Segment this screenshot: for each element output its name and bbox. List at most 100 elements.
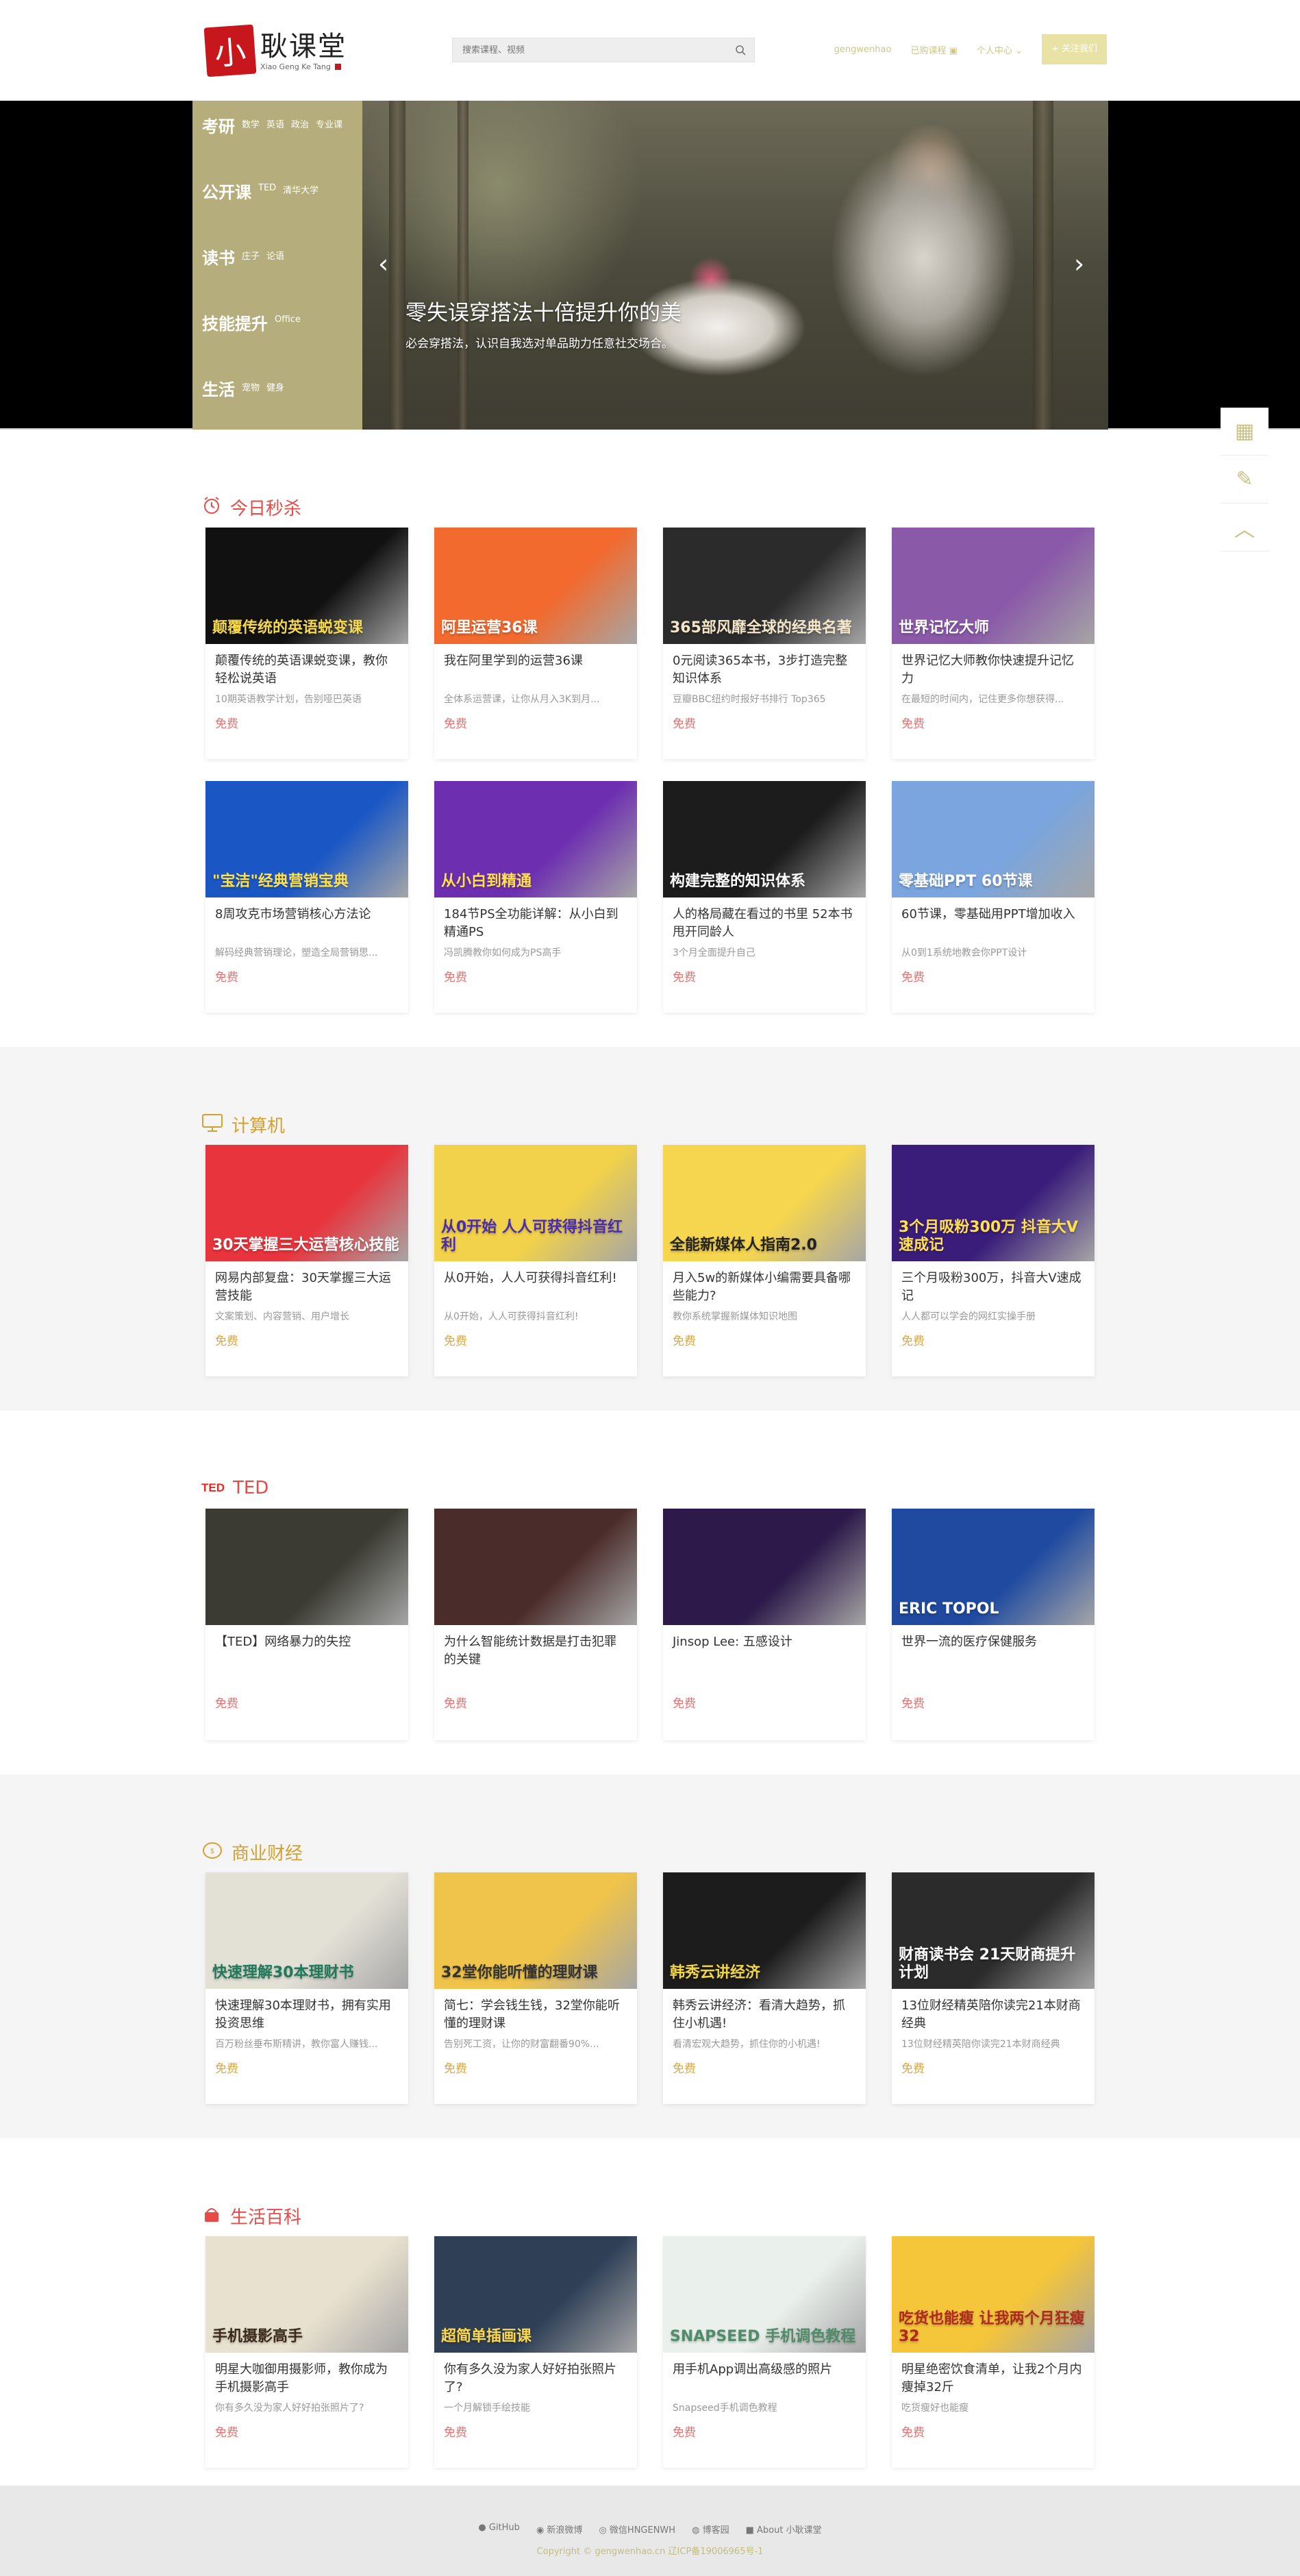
course-thumbnail[interactable]: 全能新媒体人指南2.0 — [663, 1145, 866, 1261]
course-card[interactable]: 为什么智能统计数据是打击犯罪的关键 免费 — [434, 1509, 637, 1740]
menu-item-title[interactable]: 考研 — [202, 113, 235, 137]
course-card[interactable]: 手机摄影高手 明星大咖御用摄影师，教你成为手机摄影高手 你有多久没为家人好好拍张照片… — [205, 2236, 408, 2468]
course-card[interactable]: 零基础PPT 60节课 60节课，零基础用PPT增加收入 从0到1系统地教会你PPT… — [892, 781, 1095, 1013]
menu-sub-link[interactable]: 健身 — [266, 380, 284, 393]
menu-sub-link[interactable]: 数学 — [242, 117, 260, 130]
menu-sub-link[interactable]: 英语 — [266, 117, 284, 130]
course-card[interactable]: 颠覆传统的英语蜕变课 颠覆传统的英语课蜕变课，教你轻松说英语 10期英语教学计划，告… — [205, 528, 408, 759]
course-title[interactable]: 三个月吸粉300万，抖音大V速成记 — [892, 1261, 1095, 1309]
course-thumbnail[interactable]: 颠覆传统的英语蜕变课 — [205, 528, 408, 644]
course-card[interactable]: 全能新媒体人指南2.0 月入5w的新媒体小编需要具备哪些能力? 教你系统掌握新媒体知… — [663, 1145, 866, 1376]
course-card[interactable]: "宝洁"经典营销宝典 8周攻克市场营销核心方法论 解码经典营销理论，塑造全局营销思.… — [205, 781, 408, 1013]
menu-item[interactable]: 公开课 TED 清华大学 — [192, 179, 362, 245]
course-card[interactable]: 3个月吸粉300万 抖音大V速成记 三个月吸粉300万，抖音大V速成记 人人都可以学… — [892, 1145, 1095, 1376]
course-thumbnail[interactable] — [663, 1509, 866, 1625]
username-link[interactable]: gengwenhao — [834, 45, 892, 55]
menu-sub-link[interactable]: 宠物 — [242, 380, 260, 393]
menu-sub-link[interactable]: 专业课 — [316, 117, 342, 130]
course-card[interactable]: 韩秀云讲经济 韩秀云讲经济：看清大趋势，抓住小机遇! 看清宏观大趋势，抓住你的小机遇… — [663, 1872, 866, 2104]
user-center-menu[interactable]: 个人中心 ⌄ — [977, 43, 1023, 56]
course-thumbnail[interactable]: 365部风靡全球的经典名著 — [663, 528, 866, 644]
menu-item[interactable]: 考研 数学 英语 政治 专业课 — [192, 113, 362, 179]
section-title[interactable]: 生活百科 — [230, 2203, 301, 2229]
course-title[interactable]: 明星绝密饮食清单，让我2个月内痩掉32斤 — [892, 2353, 1095, 2401]
course-title[interactable]: 人的格局藏在看过的书里 52本书甩开同龄人 — [663, 897, 866, 945]
section-title[interactable]: TED — [233, 1478, 268, 1498]
course-thumbnail[interactable]: 零基础PPT 60节课 — [892, 781, 1095, 897]
course-card[interactable]: 世界记忆大师 世界记忆大师教你快速提升记忆力 在最短的时间内，记住更多你想获得...… — [892, 528, 1095, 759]
search-input[interactable] — [453, 38, 727, 62]
course-thumbnail[interactable]: 快速理解30本理财书 — [205, 1872, 408, 1989]
menu-sub-link[interactable]: 庄子 — [242, 249, 260, 262]
menu-sub-link[interactable]: Office — [275, 314, 301, 325]
menu-item-title[interactable]: 技能提升 — [202, 310, 268, 334]
menu-sub-link[interactable]: TED — [258, 183, 276, 196]
banner-next-button[interactable]: › — [1074, 250, 1084, 277]
course-thumbnail[interactable]: 吃货也能瘦 让我两个月狂瘦32 — [892, 2236, 1095, 2353]
course-thumbnail[interactable]: 从小白到精通 — [434, 781, 637, 897]
course-card[interactable]: 吃货也能瘦 让我两个月狂瘦32 明星绝密饮食清单，让我2个月内痩掉32斤 吃货瘦好也… — [892, 2236, 1095, 2468]
qrcode-icon[interactable]: ▦ — [1221, 408, 1268, 456]
course-title[interactable]: 【TED】网络暴力的失控 — [205, 1625, 408, 1694]
course-title[interactable]: 你有多久没为家人好好拍张照片了? — [434, 2353, 637, 2401]
menu-item[interactable]: 生活 宠物 健身 — [192, 376, 362, 442]
course-card[interactable]: 30天掌握三大运营核心技能 网易内部复盘：30天掌握三大运营技能 文案策划、内容营销… — [205, 1145, 408, 1376]
menu-item-title[interactable]: 生活 — [202, 376, 235, 400]
course-thumbnail[interactable]: 从0开始 人人可获得抖音红利 — [434, 1145, 637, 1261]
banner-slide[interactable]: 零失误穿搭法十倍提升你的美 必会穿搭法，认识自我选对单品助力任意社交场合。 ‹ … — [362, 101, 1108, 430]
course-card[interactable]: SNAPSEED 手机调色教程 用手机App调出高级感的照片 Snapseed手机调… — [663, 2236, 866, 2468]
course-title[interactable]: 颠覆传统的英语课蜕变课，教你轻松说英语 — [205, 644, 408, 692]
course-card[interactable]: 365部风靡全球的经典名著 0元阅读365本书，3步打造完整知识体系 豆瓣BBC纽约… — [663, 528, 866, 759]
course-thumbnail[interactable]: 世界记忆大师 — [892, 528, 1095, 644]
course-thumbnail[interactable]: "宝洁"经典营销宝典 — [205, 781, 408, 897]
course-title[interactable]: 明星大咖御用摄影师，教你成为手机摄影高手 — [205, 2353, 408, 2401]
course-thumbnail[interactable]: 阿里运营36课 — [434, 528, 637, 644]
course-title[interactable]: 为什么智能统计数据是打击犯罪的关键 — [434, 1625, 637, 1694]
course-title[interactable]: 网易内部复盘：30天掌握三大运营技能 — [205, 1261, 408, 1309]
course-title[interactable]: 用手机App调出高级感的照片 — [663, 2353, 866, 2401]
about-link[interactable]: ■ About 小耿课堂 — [746, 2523, 822, 2536]
course-thumbnail[interactable]: ERIC TOPOL — [892, 1509, 1095, 1625]
site-logo[interactable]: 小 耿课堂 Xiao Geng Ke Tang — [203, 23, 356, 78]
course-title[interactable]: 世界一流的医疗保健服务 — [892, 1625, 1095, 1694]
course-card[interactable]: 从小白到精通 184节PS全功能详解：从小白到精通PS 冯凯腾教你如何成为PS高手免… — [434, 781, 637, 1013]
course-thumbnail[interactable]: 构建完整的知识体系 — [663, 781, 866, 897]
course-title[interactable]: 我在阿里学到的运营36课 — [434, 644, 637, 692]
purchased-courses-link[interactable]: 已购课程 ▣ — [910, 43, 957, 56]
course-thumbnail[interactable]: 超简单插画课 — [434, 2236, 637, 2353]
course-card[interactable]: Jinsop Lee: 五感设计 免费 — [663, 1509, 866, 1740]
section-title[interactable]: 商业财经 — [232, 1840, 303, 1865]
course-thumbnail[interactable] — [205, 1509, 408, 1625]
course-card[interactable]: 超简单插画课 你有多久没为家人好好拍张照片了? 一个月解锁手绘技能 免费 — [434, 2236, 637, 2468]
course-title[interactable]: 8周攻克市场营销核心方法论 — [205, 897, 408, 945]
course-card[interactable]: 【TED】网络暴力的失控 免费 — [205, 1509, 408, 1740]
course-title[interactable]: 快速理解30本理财书，拥有实用投资思维 — [205, 1989, 408, 2037]
section-title[interactable]: 计算机 — [232, 1112, 285, 1137]
course-title[interactable]: 184节PS全功能详解：从小白到精通PS — [434, 897, 637, 945]
menu-item[interactable]: 技能提升 Office — [192, 310, 362, 376]
course-thumbnail[interactable]: 手机摄影高手 — [205, 2236, 408, 2353]
weibo-link[interactable]: ◉ 新浪微博 — [536, 2523, 583, 2536]
menu-sub-link[interactable]: 论语 — [266, 249, 284, 262]
wechat-link[interactable]: ◎ 微信HNGENWH — [599, 2523, 675, 2536]
course-thumbnail[interactable]: 32堂你能听懂的理财课 — [434, 1872, 637, 1989]
course-thumbnail[interactable]: SNAPSEED 手机调色教程 — [663, 2236, 866, 2353]
menu-item-title[interactable]: 公开课 — [202, 179, 251, 203]
course-thumbnail[interactable]: 韩秀云讲经济 — [663, 1872, 866, 1989]
course-thumbnail[interactable]: 财商读书会 21天财商提升计划 — [892, 1872, 1095, 1989]
menu-sub-link[interactable]: 清华大学 — [283, 183, 318, 196]
blog-link[interactable]: ◍ 博客园 — [692, 2523, 729, 2536]
course-title[interactable]: 简七：学会钱生钱，32堂你能听懂的理财课 — [434, 1989, 637, 2037]
back-to-top-icon[interactable]: ︿ — [1221, 504, 1268, 552]
course-card[interactable]: 构建完整的知识体系 人的格局藏在看过的书里 52本书甩开同龄人 3个月全面提升自己免… — [663, 781, 866, 1013]
follow-us-button[interactable]: + 关注我们 — [1041, 34, 1107, 64]
edit-pencil-icon[interactable]: ✎ — [1221, 456, 1268, 504]
banner-prev-button[interactable]: ‹ — [378, 250, 388, 277]
course-card[interactable]: ERIC TOPOL 世界一流的医疗保健服务 免费 — [892, 1509, 1095, 1740]
course-card[interactable]: 财商读书会 21天财商提升计划 13位财经精英陪你读完21本财商经典 13位财经精英… — [892, 1872, 1095, 2104]
course-thumbnail[interactable]: 30天掌握三大运营核心技能 — [205, 1145, 408, 1261]
course-card[interactable]: 阿里运营36课 我在阿里学到的运营36课 全体系运营课，让你从月入3K到月... 免费 — [434, 528, 637, 759]
course-card[interactable]: 快速理解30本理财书 快速理解30本理财书，拥有实用投资思维 百万粉丝垂布斯精讲，教… — [205, 1872, 408, 2104]
course-card[interactable]: 从0开始 人人可获得抖音红利 从0开始，人人可获得抖音红利! 从0开始，人人可获得抖… — [434, 1145, 637, 1376]
course-title[interactable]: 月入5w的新媒体小编需要具备哪些能力? — [663, 1261, 866, 1309]
